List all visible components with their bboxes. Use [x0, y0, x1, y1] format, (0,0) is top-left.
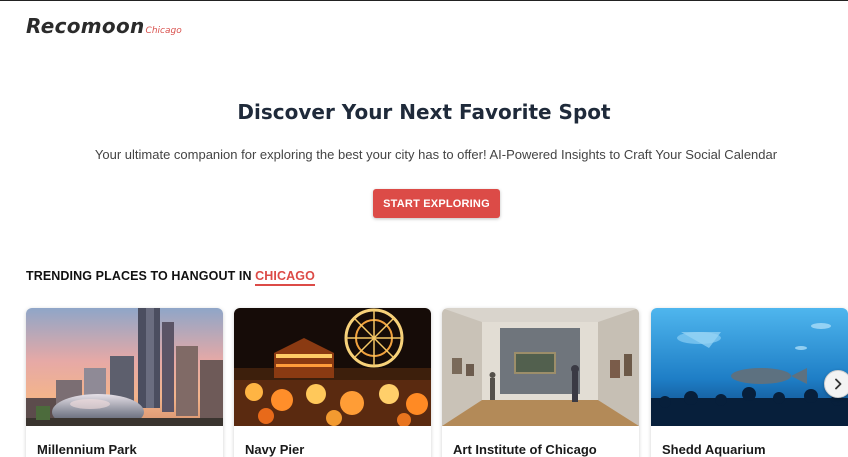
trending-city-link[interactable]: CHICAGO	[255, 269, 315, 286]
start-exploring-button[interactable]: START EXPLORING	[373, 189, 500, 218]
place-name: Art Institute of Chicago	[453, 442, 597, 457]
place-name: Millennium Park	[37, 442, 137, 457]
hero-subtitle: Your ultimate companion for exploring th…	[94, 147, 778, 162]
place-card-art-institute[interactable]: Art Institute of Chicago	[442, 308, 639, 457]
chevron-right-icon	[835, 378, 842, 390]
place-name: Shedd Aquarium	[662, 442, 766, 457]
trending-heading-text: TRENDING PLACES TO HANGOUT IN	[26, 269, 252, 283]
brand-name: Recomoon	[26, 14, 145, 38]
place-card-shedd-aquarium[interactable]: Shedd Aquarium	[651, 308, 848, 457]
hero-title: Discover Your Next Favorite Spot	[237, 100, 611, 124]
brand-logo[interactable]: Recomoon Chicago	[26, 14, 182, 38]
carousel-next-button[interactable]	[824, 370, 848, 398]
place-card-millennium-park[interactable]: Millennium Park	[26, 308, 223, 457]
place-card-navy-pier[interactable]: Navy Pier	[234, 308, 431, 457]
millennium-park-image	[26, 308, 223, 426]
art-institute-image	[442, 308, 639, 426]
trending-heading: TRENDING PLACES TO HANGOUT IN CHICAGO	[26, 269, 315, 286]
place-name: Navy Pier	[245, 442, 305, 457]
brand-city: Chicago	[145, 26, 182, 36]
shedd-aquarium-image	[651, 308, 848, 426]
navy-pier-image	[234, 308, 431, 426]
